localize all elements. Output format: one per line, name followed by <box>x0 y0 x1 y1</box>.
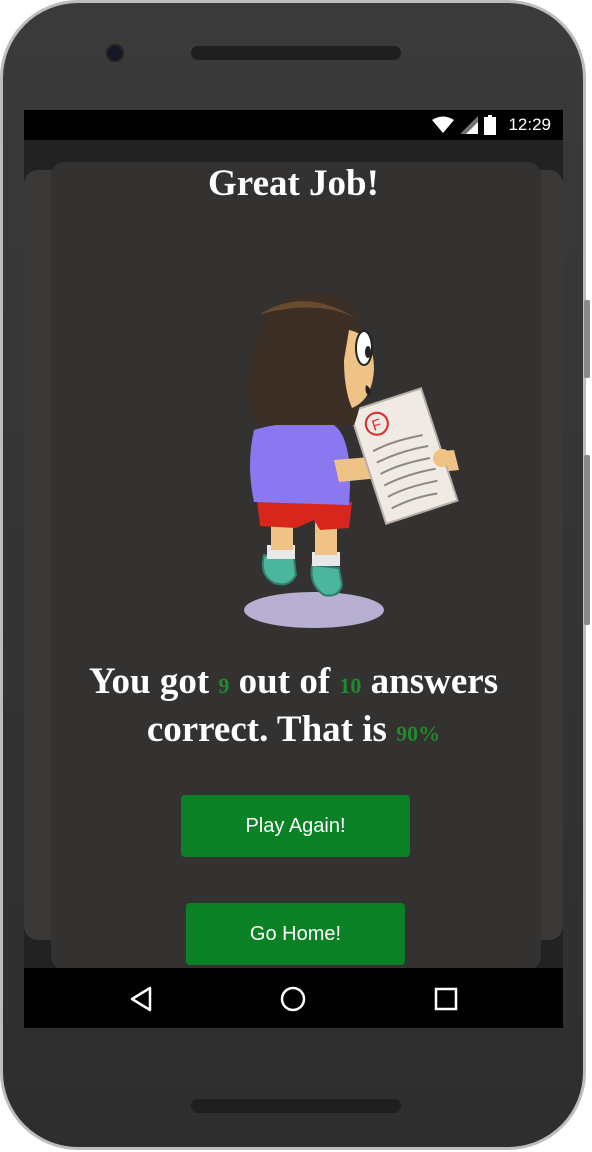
front-camera <box>106 44 124 62</box>
result-text-middle: out of <box>238 661 331 702</box>
back-icon[interactable] <box>127 984 157 1014</box>
child-with-test-paper-image: F <box>244 292 459 628</box>
wifi-icon <box>432 116 455 133</box>
page-title: Great Job! <box>208 163 379 204</box>
recents-icon[interactable] <box>431 984 461 1014</box>
phone-screen: 12:29 Great Job! F You got 9 out of 10 a… <box>24 110 563 1028</box>
go-home-button[interactable]: Go Home! <box>186 903 405 965</box>
status-bar: 12:29 <box>24 110 563 140</box>
signal-icon <box>460 116 479 134</box>
play-again-button[interactable]: Play Again! <box>181 795 410 857</box>
correct-count: 9 <box>218 673 230 698</box>
score-percent: 90% <box>396 721 441 746</box>
result-text-prefix: You got <box>88 661 210 702</box>
power-button <box>584 300 590 378</box>
total-count: 10 <box>339 673 362 698</box>
home-icon[interactable] <box>278 984 308 1014</box>
app-content: Great Job! F You got 9 out of 10 answers… <box>24 140 563 978</box>
volume-button <box>584 455 590 625</box>
battery-icon <box>484 115 497 135</box>
score-summary: You got 9 out of 10 answers correct. Tha… <box>44 660 543 756</box>
result-text-suffix1: answers <box>370 661 499 702</box>
earpiece-speaker <box>191 46 401 60</box>
result-text-suffix2: correct. That is <box>146 709 387 750</box>
navigation-bar <box>24 968 563 1028</box>
status-time: 12:29 <box>508 115 551 134</box>
bottom-speaker <box>191 1099 401 1113</box>
